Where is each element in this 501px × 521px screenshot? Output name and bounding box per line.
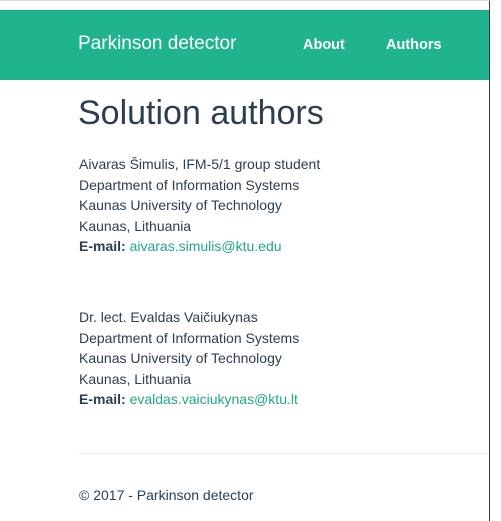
email-label: E-mail: [79, 391, 126, 407]
email-link[interactable]: aivaras.simulis@ktu.edu [130, 238, 282, 254]
browser-viewport: Parkinson detector About Authors Solutio… [0, 0, 490, 521]
author-name: Aivaras Šimulis, IFM-5/1 group student [79, 156, 321, 172]
author-location: Kaunas, Lithuania [79, 370, 192, 387]
author-card: Dr. lect. Evaldas Vaičiukynas Department… [79, 307, 299, 410]
author-university: Kaunas University of Technology [79, 197, 282, 213]
nav-link-about[interactable]: About [303, 37, 345, 53]
author-email-row: E-mail: aivaras.simulis@ktu.edu [79, 236, 320, 257]
author-university: Kaunas University of Technology [79, 350, 282, 366]
footer-divider [78, 453, 489, 454]
author-email-row: E-mail: evaldas.vaiciukynas@ktu.lt [79, 389, 299, 410]
author-name: Dr. lect. Evaldas Vaičiukynas [79, 309, 258, 325]
author-department: Department of Information Systems [79, 329, 300, 346]
email-label: E-mail: [79, 238, 126, 254]
nav-link-authors[interactable]: Authors [386, 37, 442, 53]
page-title: Solution authors [78, 94, 324, 132]
author-location: Kaunas, Lithuania [79, 217, 192, 234]
footer-text: © 2017 - Parkinson detector [79, 487, 254, 503]
brand-link[interactable]: Parkinson detector [78, 33, 236, 55]
author-department: Department of Information Systems [79, 176, 300, 193]
author-card: Aivaras Šimulis, IFM-5/1 group student D… [79, 154, 320, 257]
navbar: Parkinson detector About Authors [0, 10, 489, 80]
email-link[interactable]: evaldas.vaiciukynas@ktu.lt [130, 391, 298, 407]
